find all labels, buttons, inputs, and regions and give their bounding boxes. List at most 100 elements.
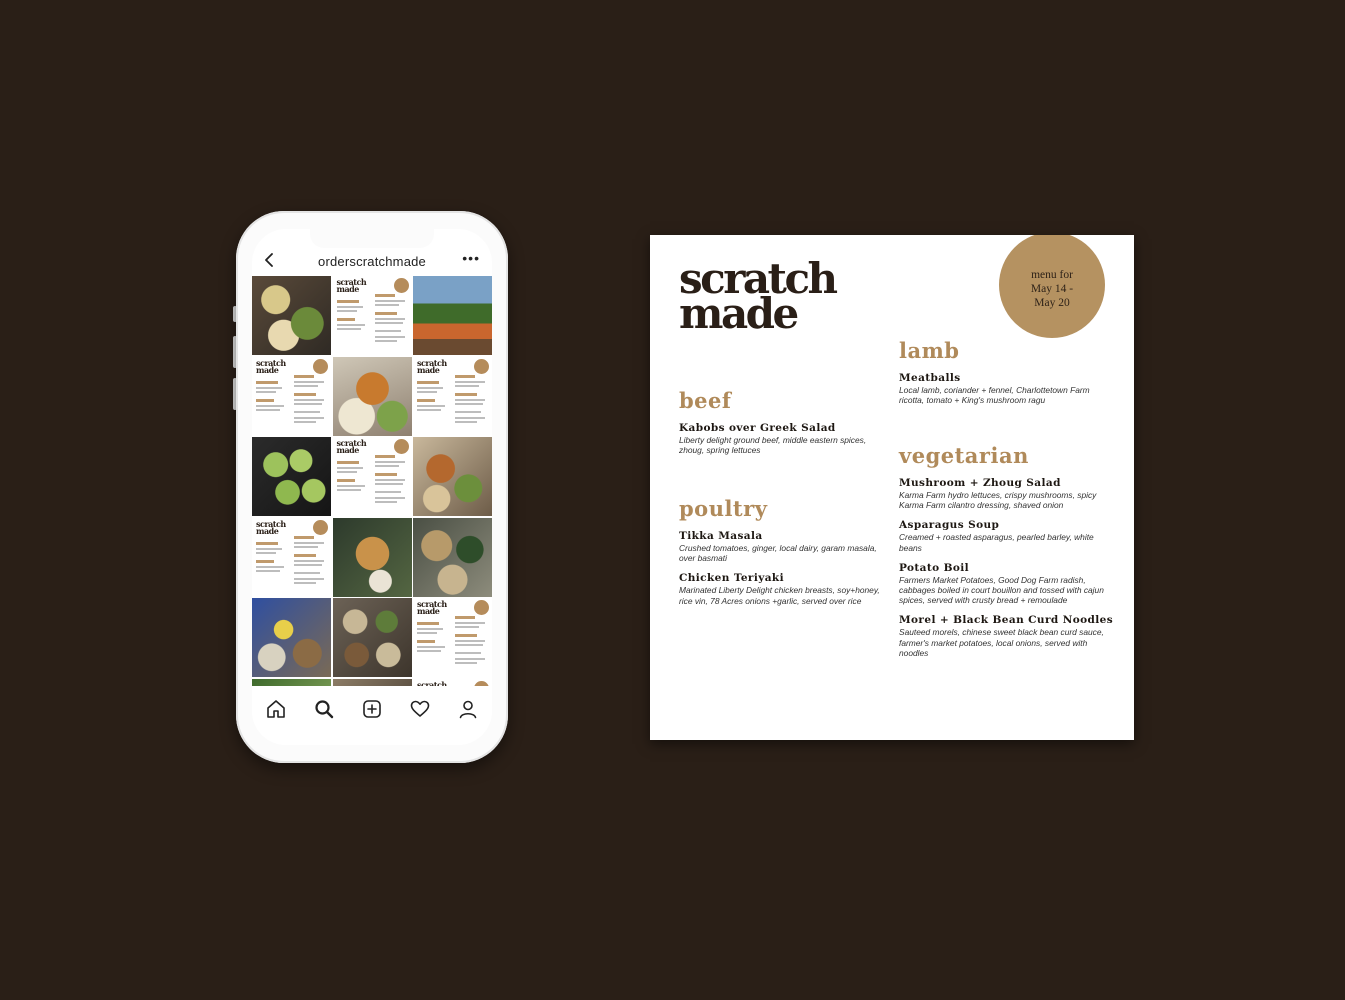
home-icon[interactable] (265, 698, 287, 720)
thumbnail-text-line (455, 626, 479, 628)
thumbnail-text-line (374, 336, 405, 338)
thumbnail-logo: scratchmade (417, 357, 447, 375)
thumbnail-heading (455, 616, 475, 619)
thumbnail-heading (417, 398, 435, 402)
thumbnail-heading (417, 622, 439, 625)
phone-notch (310, 229, 434, 248)
menu-item: Tikka Masala Crushed tomatoes, ginger, l… (679, 530, 885, 563)
thumbnail-text-line (294, 380, 324, 383)
thumbnail-text-line (256, 565, 284, 568)
photo-post-thumbnail[interactable] (413, 276, 492, 355)
thumbnail-heading (374, 455, 395, 458)
menu-post-thumbnail[interactable]: scratchmade (252, 356, 331, 436)
thumbnail-text-line (455, 416, 485, 419)
thumbnail-text-line (455, 644, 483, 646)
thumbnail-heading (294, 392, 316, 396)
section-beef: beef Kabobs over Greek Salad Liberty del… (679, 388, 885, 464)
bottom-nav (252, 686, 492, 745)
photo-post-thumbnail[interactable] (332, 598, 412, 677)
thumbnail-text-line (336, 485, 365, 487)
heart-icon[interactable] (409, 698, 431, 720)
item-description: Local lamb, coriander + fennel, Charlott… (899, 385, 1090, 406)
menu-item: Potato Boil Farmers Market Potatoes, Goo… (899, 562, 1113, 606)
profile-header: orderscratchmade ••• (252, 247, 492, 275)
photo-post-thumbnail[interactable] (252, 598, 331, 677)
menu-post-thumbnail[interactable]: scratchmade (332, 437, 412, 516)
menu-item: Mushroom + Zhoug Salad Karma Farm hydro … (899, 477, 1113, 510)
thumbnail-text-line (455, 652, 481, 654)
section-title: beef (679, 388, 732, 413)
thumbnail-text-line (455, 420, 477, 423)
section-poultry: poultry Tikka Masala Crushed tomatoes, g… (679, 496, 885, 615)
item-description: Creamed + roasted asparagus, pearled bar… (899, 532, 1094, 553)
thumbnail-heading (294, 553, 316, 557)
thumbnail-text-line (256, 386, 282, 389)
thumbnail-text-line (294, 384, 318, 387)
thumbnail-text-line (374, 330, 401, 332)
search-icon[interactable] (313, 698, 335, 720)
thumbnail-text-line (336, 467, 363, 469)
menu-item: Kabobs over Greek Salad Liberty delight … (679, 422, 885, 455)
thumbnail-heading (374, 312, 397, 315)
item-name: Mushroom + Zhoug Salad (899, 477, 1061, 489)
thumbnail-text-line (417, 628, 443, 630)
photo-post-thumbnail[interactable] (332, 517, 412, 597)
thumbnail-text-line (417, 404, 445, 407)
menu-post-thumbnail[interactable]: scratchmade (413, 678, 492, 686)
thumbnail-heading (256, 398, 274, 402)
photo-post-thumbnail[interactable] (252, 276, 331, 355)
profile-icon[interactable] (457, 698, 479, 720)
thumbnail-text-line (374, 501, 397, 503)
item-name: Asparagus Soup (899, 519, 1000, 532)
thumbnail-text-line (374, 483, 403, 485)
item-description: Crushed tomatoes, ginger, local dairy, g… (679, 543, 877, 564)
thumbnail-text-line (374, 461, 405, 463)
thumbnail-text-line (374, 491, 401, 493)
phone-mockup: orderscratchmade ••• scratch made scratch m… (236, 211, 508, 763)
thumbnail-text-line (294, 577, 324, 580)
menu-post-thumbnail[interactable]: scratchmade (413, 598, 492, 677)
thumbnail-logo: scratchmade (417, 599, 447, 616)
item-description: Marinated Liberty Delight chicken breast… (679, 585, 880, 606)
item-name: Kabobs over Greek Salad (679, 422, 836, 434)
item-name: Potato Boil (899, 561, 970, 574)
more-options-icon[interactable]: ••• (462, 250, 480, 266)
thumbnail-text-line (374, 497, 405, 499)
menu-post-thumbnail[interactable]: scratchmade (332, 276, 412, 355)
thumbnail-text-line (455, 384, 479, 387)
back-icon[interactable] (260, 249, 280, 271)
thumbnail-text-line (336, 471, 357, 473)
thumbnail-heading (294, 374, 314, 378)
menu-post-thumbnail[interactable]: scratchmade (413, 356, 492, 436)
add-post-icon[interactable] (361, 698, 383, 720)
thumbnail-heading (294, 535, 314, 539)
photo-post-thumbnail[interactable] (252, 437, 331, 516)
thumbnail-text-line (336, 328, 361, 330)
photo-post-thumbnail[interactable] (332, 356, 412, 436)
thumbnail-text-line (455, 640, 485, 642)
photo-post-thumbnail[interactable] (413, 437, 492, 516)
item-description: Sauteed morels, chinese sweet black bean… (899, 627, 1104, 658)
thumbnail-text-line (417, 632, 437, 634)
photo-post-thumbnail[interactable] (413, 517, 492, 597)
thumbnail-text-line (294, 420, 316, 423)
thumbnail-text-line (417, 386, 443, 389)
thumbnail-heading (374, 294, 395, 297)
thumbnail-text-line (294, 402, 322, 405)
thumbnail-text-line (417, 650, 441, 652)
photo-post-thumbnail[interactable] (332, 678, 412, 686)
section-lamb: lamb Meatballs Local lamb, coriander + f… (899, 338, 1105, 414)
photo-post-thumbnail[interactable] (252, 678, 331, 686)
thumbnail-text-line (294, 398, 324, 401)
menu-post-thumbnail[interactable]: scratchmade (252, 517, 331, 597)
item-name: Meatballs (899, 372, 961, 384)
thumbnail-heading (455, 392, 477, 396)
thumbnail-text-line (256, 551, 276, 554)
thumbnail-text-line (294, 559, 324, 562)
thumbnail-text-line (256, 569, 280, 572)
thumbnail-logo: scratchmade (336, 277, 367, 294)
thumbnail-text-line (374, 318, 405, 320)
thumbnail-heading (256, 541, 278, 545)
thumbnail-text-line (336, 306, 363, 308)
thumbnail-text-line (455, 380, 485, 383)
